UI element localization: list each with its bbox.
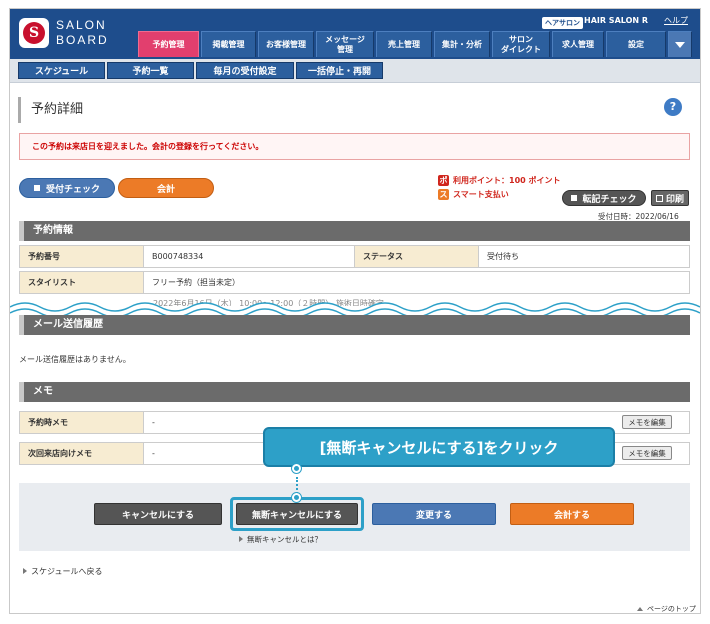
instruction-callout: [無断キャンセルにする]をクリック [263,427,615,467]
nav-recruit[interactable]: 求人管理 [552,31,604,57]
triangle-right-icon [23,568,27,574]
print-button[interactable]: 印刷 [651,190,689,206]
transfer-check-button[interactable]: 転記チェック [562,190,646,206]
stylist-label: スタイリスト [19,271,144,294]
back-to-schedule-label: スケジュールへ戻る [31,567,103,576]
reservation-table: 予約番号 B000748334 ステータス 受付待ち [19,245,690,268]
help-icon[interactable]: ? [664,98,682,116]
table-row: 予約番号 B000748334 ステータス 受付待ち [19,245,690,268]
logo-text-line1: SALON [56,18,107,32]
highlight-ring [230,497,364,531]
page-title-wrap: 予約詳細 [18,97,83,123]
back-to-schedule-link[interactable]: スケジュールへ戻る [23,566,102,577]
section-memo: メモ [19,382,690,402]
triangle-up-icon [637,607,643,611]
global-header: S SALON BOARD ヘアサロン HAIR SALON R ヘルプ 予約管… [10,9,700,59]
points-label: 利用ポイント：100 ポイント [453,176,561,185]
noshow-help-link[interactable]: 無断キャンセルとは？ [239,534,322,545]
smartpay-icon: ス [438,189,449,200]
nav-reservation[interactable]: 予約管理 [138,31,199,57]
square-icon [571,195,578,201]
subnav-reservation-list[interactable]: 予約一覧 [107,62,194,79]
status-label: ステータス [354,245,479,268]
page-title: 予約詳細 [31,102,84,117]
callout-dot-top [292,464,301,473]
logo-mark-icon: S [23,22,45,44]
nav-salon-direct[interactable]: サロン ダイレクト [492,31,550,57]
page-top-link[interactable]: ページのトップへ [637,604,700,613]
logo-text-line2: BOARD [56,33,109,47]
points-icon: ポ [438,175,449,186]
subnav-monthly-settings[interactable]: 毎月の受付設定 [196,62,294,79]
main-nav: 予約管理 掲載管理 お客様管理 メッセージ 管理 売上管理 集計・分析 サロン … [138,31,692,57]
nav-customers[interactable]: お客様管理 [258,31,314,57]
reservation-memo-label: 予約時メモ [19,411,144,434]
nav-dropdown-button[interactable] [668,31,692,57]
transfer-check-label: 転記チェック [582,194,637,205]
checkout-alert: この予約は来店日を迎えました。会計の登録を行ってください。 [19,133,690,160]
chevron-down-icon [675,41,685,48]
checkin-label: 受付チェック [45,184,100,195]
callout-dot-bottom [292,493,301,502]
reservation-number-label: 予約番号 [19,245,144,268]
section-reservation-info: 予約情報 [19,221,690,241]
triangle-right-icon [239,536,243,542]
salon-type-badge: ヘアサロン [542,17,583,29]
browser-frame: S SALON BOARD ヘアサロン HAIR SALON R ヘルプ 予約管… [9,8,701,614]
edit-reservation-memo-button[interactable]: メモを編集 [622,415,672,429]
nav-settings[interactable]: 設定 [606,31,666,57]
checkin-button[interactable]: 受付チェック [19,178,115,198]
stylist-value: フリー予約（担当未定） [143,271,690,294]
nav-messages[interactable]: メッセージ 管理 [316,31,374,57]
printer-icon [655,194,663,202]
noshow-help-label: 無断キャンセルとは？ [247,535,322,544]
nav-listing[interactable]: 掲載管理 [201,31,256,57]
square-icon [33,185,40,191]
next-visit-memo-label: 次回来店向けメモ [19,442,144,465]
nav-sales[interactable]: 売上管理 [376,31,432,57]
page-top-label: ページのトップへ [647,605,696,613]
help-link[interactable]: ヘルプ [664,15,688,26]
table-row: スタイリスト フリー予約（担当未定） [19,271,690,294]
reservation-table-2: スタイリスト フリー予約（担当未定） [19,271,690,294]
cancel-reservation-button[interactable]: キャンセルにする [94,503,222,525]
mail-history-empty: メール送信履歴はありません。 [19,355,131,364]
print-label: 印刷 [665,194,684,205]
smartpay-info: ス スマート支払い [438,189,509,200]
pay-button[interactable]: 会計 [118,178,214,198]
points-info: ポ 利用ポイント：100 ポイント [438,175,560,186]
status-value: 受付待ち [478,245,690,268]
section-mail-history: メール送信履歴 [19,315,690,335]
reservation-number-value: B000748334 [143,245,355,268]
subnav-schedule[interactable]: スケジュール [18,62,105,79]
checkout-button[interactable]: 会計する [510,503,634,525]
nav-analytics[interactable]: 集計・分析 [434,31,490,57]
smartpay-label: スマート支払い [453,190,509,199]
change-reservation-button[interactable]: 変更する [372,503,496,525]
subnav-bulk-stop[interactable]: 一括停止・再開 [296,62,383,79]
salon-board-logo[interactable]: S [19,18,49,48]
sub-nav: スケジュール 予約一覧 毎月の受付設定 一括停止・再開 [10,59,700,83]
edit-next-visit-memo-button[interactable]: メモを編集 [622,446,672,460]
salon-name: HAIR SALON R [584,16,649,25]
